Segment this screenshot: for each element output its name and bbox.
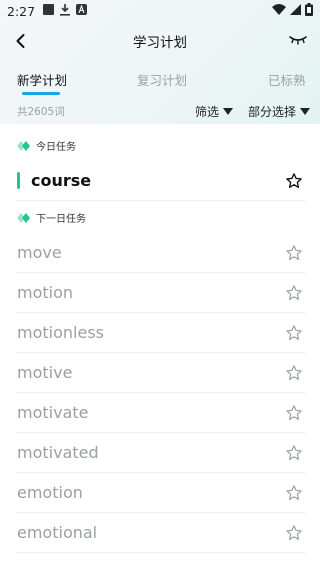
list-item[interactable]: emotion <box>17 473 305 513</box>
tab-new-plan[interactable]: 新学计划 <box>17 70 67 89</box>
nav-bar: 学习计划 <box>0 24 320 58</box>
caret-down-icon <box>300 107 311 115</box>
list-item[interactable]: move <box>17 233 305 273</box>
partial-select-label: 部分选择 <box>248 104 297 119</box>
filter-label: 筛选 <box>195 104 220 119</box>
list-item[interactable]: motion <box>17 273 305 313</box>
list-item-current[interactable]: course <box>17 161 305 201</box>
section-next: 下一日任务 <box>17 210 86 225</box>
filter-dropdown[interactable]: 筛选 <box>195 103 234 120</box>
page-title: 学习计划 <box>133 35 187 51</box>
plan-tabs: 新学计划 复习计划 已标熟 <box>0 66 320 96</box>
list-item[interactable]: motionless <box>17 313 305 353</box>
section-today-label: 今日任务 <box>36 142 76 153</box>
star-icon[interactable] <box>285 172 303 190</box>
status-time: 2:27 <box>7 3 36 19</box>
star-icon[interactable] <box>285 364 303 382</box>
star-icon[interactable] <box>285 244 303 262</box>
star-icon[interactable] <box>285 284 303 302</box>
active-tab-indicator <box>22 92 60 95</box>
current-indicator <box>17 172 20 189</box>
word-text: motionless <box>17 323 104 342</box>
list-item[interactable]: motivate <box>17 393 305 433</box>
word-text: move <box>17 243 62 262</box>
section-today: 今日任务 <box>17 138 76 153</box>
word-count: 共2605词 <box>17 105 65 118</box>
hide-toggle-button[interactable] <box>288 32 308 48</box>
caret-down-icon <box>223 107 234 115</box>
word-text: motion <box>17 283 74 302</box>
list-item[interactable]: motive <box>17 353 305 393</box>
star-icon[interactable] <box>285 484 303 502</box>
word-text: motivate <box>17 403 89 422</box>
tab-review-plan[interactable]: 复习计划 <box>137 70 187 89</box>
wifi-icon <box>272 4 286 18</box>
word-text: emotional <box>17 523 98 542</box>
filter-bar: 共2605词 筛选 部分选择 <box>0 98 320 124</box>
word-text: course <box>31 171 92 190</box>
diamond-icon <box>17 140 30 151</box>
status-bar: 2:27 <box>0 0 320 22</box>
tab-marked-familiar[interactable]: 已标熟 <box>268 70 306 89</box>
partial-select-dropdown[interactable]: 部分选择 <box>248 103 311 120</box>
list-item[interactable]: motivated <box>17 433 305 473</box>
battery-icon <box>305 3 313 19</box>
word-text: motive <box>17 363 73 382</box>
star-icon[interactable] <box>285 324 303 342</box>
section-next-label: 下一日任务 <box>36 214 86 225</box>
square-notification-icon <box>43 4 55 18</box>
a-badge-icon <box>76 4 88 18</box>
word-text: motivated <box>17 443 99 462</box>
download-icon <box>60 3 71 19</box>
back-button[interactable] <box>12 32 30 50</box>
word-text: emotion <box>17 483 83 502</box>
signal-icon <box>290 4 301 18</box>
star-icon[interactable] <box>285 404 303 422</box>
star-icon[interactable] <box>285 524 303 542</box>
star-icon[interactable] <box>285 444 303 462</box>
list-item[interactable]: emotional <box>17 513 305 553</box>
diamond-icon <box>17 212 30 223</box>
chevron-left-icon <box>16 34 25 48</box>
closed-eye-icon <box>289 36 307 45</box>
